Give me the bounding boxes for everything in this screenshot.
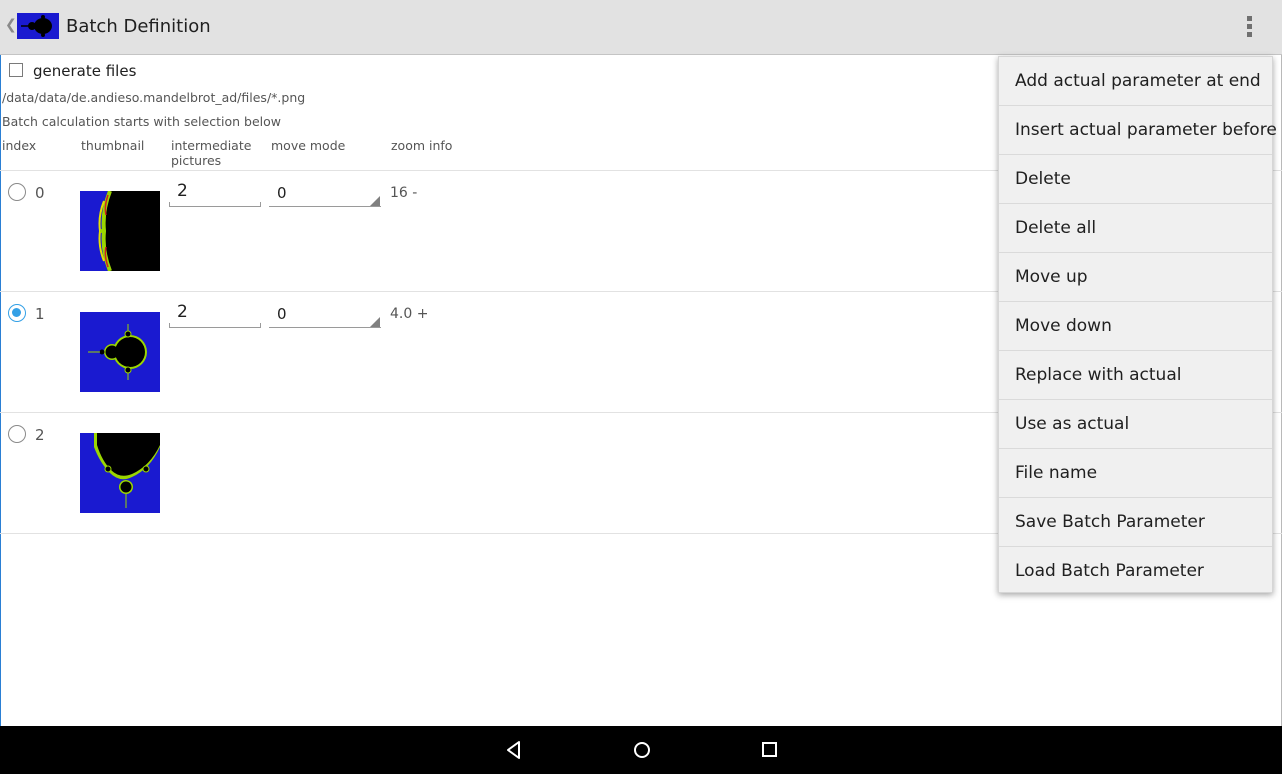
- menu-item-file-name[interactable]: File name: [999, 449, 1272, 498]
- column-header-move-mode: move mode: [271, 138, 346, 153]
- row-index: 2: [35, 426, 45, 444]
- overflow-menu: Add actual parameter at end Insert actua…: [998, 56, 1277, 596]
- dropdown-arrow-icon: [370, 196, 380, 206]
- intermediate-pictures-value: 2: [177, 181, 188, 201]
- move-mode-value: 0: [277, 305, 287, 323]
- app-logo-icon[interactable]: [17, 13, 59, 39]
- back-triangle-icon[interactable]: [503, 738, 525, 762]
- intermediate-pictures-value: 2: [177, 302, 188, 322]
- home-circle-icon[interactable]: [631, 738, 653, 762]
- column-header-index: index: [2, 138, 37, 153]
- window-border-left: [0, 0, 1, 726]
- dropdown-arrow-icon: [370, 317, 380, 327]
- batch-info-text: Batch calculation starts with selection …: [2, 114, 281, 129]
- menu-item-delete[interactable]: Delete: [999, 155, 1272, 204]
- menu-item-save-batch-parameter[interactable]: Save Batch Parameter: [999, 498, 1272, 547]
- mandelbrot-logo-icon: [17, 13, 59, 39]
- column-header-intermediate-line2: pictures: [171, 153, 222, 168]
- fractal-thumbnail-image: [80, 190, 160, 272]
- action-bar: ❮ Batch Definition: [0, 0, 1282, 55]
- fractal-thumbnail[interactable]: [80, 312, 160, 392]
- menu-item-add-actual-at-end[interactable]: Add actual parameter at end: [999, 57, 1272, 106]
- move-mode-dropdown[interactable]: 0: [269, 298, 381, 328]
- row-select-radio[interactable]: [8, 425, 26, 443]
- column-header-intermediate-line1: intermediate: [171, 138, 252, 153]
- menu-item-move-down[interactable]: Move down: [999, 302, 1272, 351]
- page-title: Batch Definition: [66, 16, 211, 37]
- column-header-zoom-info: zoom info: [391, 138, 453, 153]
- fractal-thumbnail[interactable]: [80, 190, 160, 272]
- menu-item-use-as-actual[interactable]: Use as actual: [999, 400, 1272, 449]
- intermediate-pictures-input[interactable]: 2: [169, 177, 261, 207]
- row-index: 0: [35, 184, 45, 202]
- menu-item-move-up[interactable]: Move up: [999, 253, 1272, 302]
- generate-files-checkbox[interactable]: [9, 63, 23, 77]
- zoom-info: 4.0 +: [390, 306, 429, 322]
- fractal-thumbnail[interactable]: [80, 433, 160, 513]
- row-select-radio[interactable]: [8, 183, 26, 201]
- fractal-thumbnail-image: [80, 312, 160, 392]
- intermediate-pictures-input[interactable]: 2: [169, 298, 261, 328]
- row-index: 1: [35, 305, 45, 323]
- menu-item-replace-with-actual[interactable]: Replace with actual: [999, 351, 1272, 400]
- generate-files-label[interactable]: generate files: [33, 62, 136, 80]
- fractal-thumbnail-image: [80, 433, 160, 513]
- move-mode-value: 0: [277, 184, 287, 202]
- chevron-left-icon[interactable]: ❮: [5, 17, 17, 33]
- recents-square-icon[interactable]: [759, 738, 781, 762]
- output-path: /data/data/de.andieso.mandelbrot_ad/file…: [2, 90, 306, 105]
- menu-item-load-batch-parameter[interactable]: Load Batch Parameter: [999, 547, 1272, 596]
- row-select-radio[interactable]: [8, 304, 26, 322]
- more-vertical-icon[interactable]: [1239, 14, 1259, 40]
- system-nav-bar: [0, 726, 1282, 774]
- zoom-info: 16 -: [390, 185, 418, 201]
- menu-item-delete-all[interactable]: Delete all: [999, 204, 1272, 253]
- column-header-thumbnail: thumbnail: [81, 138, 145, 153]
- column-header-intermediate: intermediate pictures: [171, 138, 251, 168]
- move-mode-dropdown[interactable]: 0: [269, 177, 381, 207]
- menu-item-insert-actual-before[interactable]: Insert actual parameter before: [999, 106, 1277, 155]
